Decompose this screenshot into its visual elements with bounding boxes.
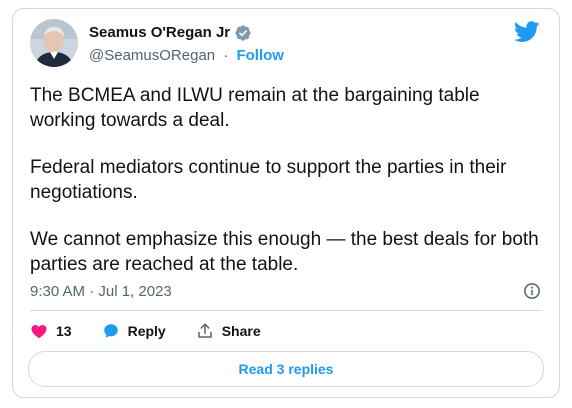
read-replies-button[interactable]: Read 3 replies: [28, 351, 544, 387]
tweet-text: The BCMEA and ILWU remain at the bargain…: [30, 83, 548, 299]
tweet-timestamp[interactable]: 9:30 AM · Jul 1, 2023: [30, 282, 172, 302]
divider: [30, 310, 542, 311]
twitter-bird-icon[interactable]: [514, 21, 540, 43]
heart-icon: [31, 325, 47, 339]
verified-badge-icon: [234, 24, 252, 42]
share-label: Share: [221, 323, 261, 339]
like-count: 13: [56, 323, 72, 339]
tweet-paragraph: The BCMEA and ILWU remain at the bargain…: [30, 85, 480, 131]
separator-dot: ·: [223, 47, 229, 64]
reply-label: Reply: [127, 323, 166, 339]
author-name[interactable]: Seamus O'Regan Jr: [89, 23, 230, 43]
action-bar: 13 Reply Share: [30, 320, 291, 342]
author-handle[interactable]: @SeamusORegan: [89, 47, 215, 64]
tweet-paragraph: We cannot emphasize this enough — the be…: [30, 229, 539, 275]
handle-row: @SeamusORegan · Follow: [89, 46, 284, 66]
like-button[interactable]: 13: [30, 322, 72, 340]
tweet-card: Seamus O'Regan Jr @SeamusORegan · Follow…: [12, 8, 560, 398]
reply-bubble-icon: [103, 324, 118, 338]
reply-button[interactable]: Reply: [102, 322, 166, 340]
share-button[interactable]: Share: [196, 322, 261, 340]
info-icon[interactable]: [523, 282, 541, 300]
tweet-paragraph: Federal mediators continue to support th…: [30, 157, 507, 203]
follow-button[interactable]: Follow: [236, 47, 284, 64]
share-icon: [197, 323, 212, 338]
avatar[interactable]: [30, 19, 78, 67]
